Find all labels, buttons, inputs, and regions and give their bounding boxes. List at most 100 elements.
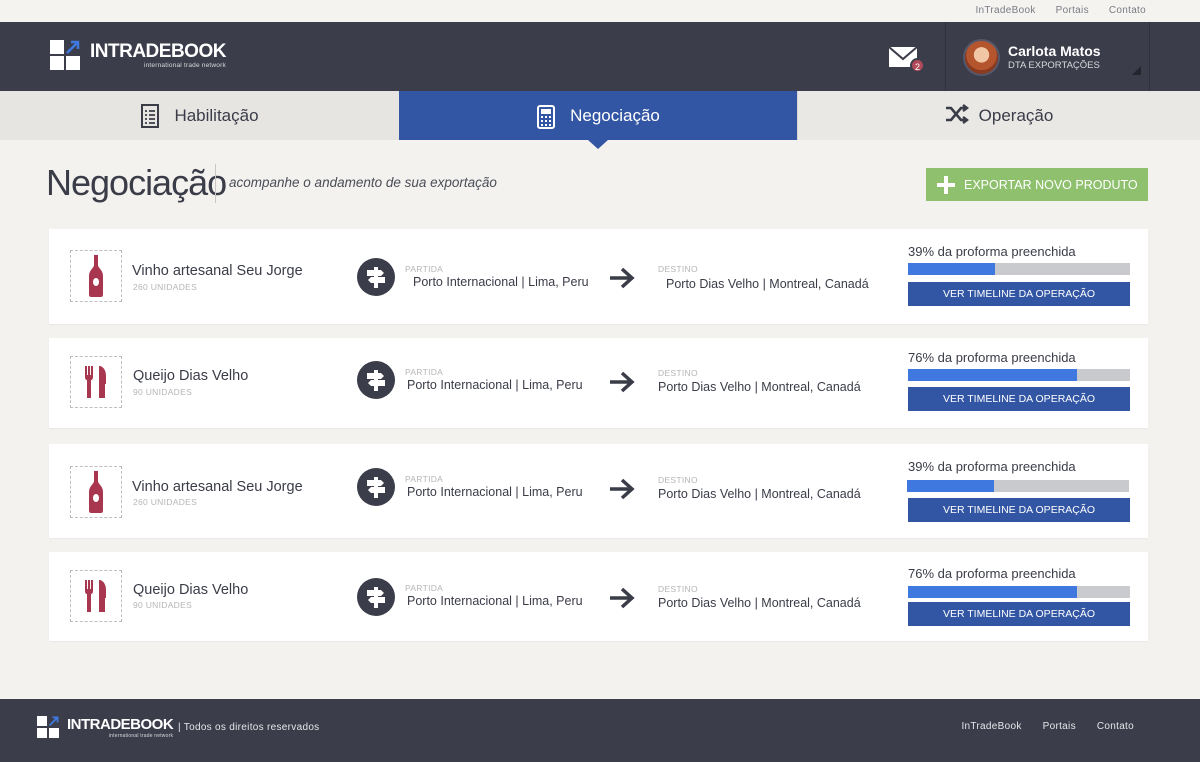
- dropdown-corner-icon: [1132, 66, 1141, 75]
- title-divider: [215, 164, 216, 203]
- destination-label: DESTINO: [658, 584, 698, 594]
- footer-logo-title: INTRADEBOOK: [67, 715, 174, 733]
- origin-label: PARTIDA: [405, 367, 444, 377]
- product-units: 260 UNIDADES: [133, 282, 198, 292]
- util-link-portais[interactable]: Portais: [1056, 5, 1089, 16]
- logo-subtitle: international trade network: [143, 62, 226, 69]
- shipment-card: Vinho artesanal Seu Jorge 260 UNIDADES P…: [49, 229, 1148, 324]
- wine-bottle-icon: [89, 471, 103, 513]
- footer-link-intradebook[interactable]: InTradeBook: [961, 721, 1021, 732]
- tab-label: Operação: [978, 105, 1054, 125]
- origin-label: PARTIDA: [405, 474, 444, 484]
- shipment-card: Queijo Dias Velho 90 UNIDADES PARTIDA Po…: [49, 338, 1148, 428]
- view-timeline-button[interactable]: VER TIMELINE DA OPERAÇÃO: [908, 498, 1130, 522]
- product-units: 90 UNIDADES: [133, 387, 193, 397]
- util-link-contato[interactable]: Contato: [1109, 5, 1146, 16]
- header: INTRADEBOOK international trade network …: [0, 22, 1200, 91]
- messages-button[interactable]: 2: [888, 46, 925, 74]
- progress-fill: [907, 480, 994, 492]
- destination-label: DESTINO: [658, 475, 698, 485]
- product-icon-box: [70, 356, 122, 408]
- progress-fill: [908, 263, 995, 275]
- origin-value: Porto Internacional | Lima, Peru: [413, 275, 589, 289]
- product-name: Vinho artesanal Seu Jorge: [132, 479, 303, 495]
- user-name: Carlota Matos: [1008, 43, 1101, 59]
- product-units: 90 UNIDADES: [133, 600, 193, 610]
- fork-knife-icon: [85, 366, 106, 398]
- product-icon-box: [70, 466, 122, 518]
- export-new-product-button[interactable]: EXPORTAR NOVO PRODUTO: [926, 168, 1148, 201]
- utility-links: InTradeBook Portais Contato: [975, 5, 1146, 16]
- arrow-right-icon: [610, 267, 635, 289]
- avatar: [963, 39, 1000, 76]
- destination-value: Porto Dias Velho | Montreal, Canadá: [658, 487, 861, 501]
- product-name: Vinho artesanal Seu Jorge: [132, 263, 303, 279]
- arrow-right-icon: [610, 587, 635, 609]
- product-icon-box: [70, 570, 122, 622]
- shuffle-icon: [945, 103, 969, 128]
- progress-bar: [907, 480, 1129, 492]
- user-menu[interactable]: Carlota Matos DTA EXPORTAÇÕES: [945, 22, 1150, 91]
- tab-negociacao[interactable]: Negociação: [399, 91, 797, 140]
- tab-habilitacao[interactable]: Habilitação: [0, 91, 399, 140]
- arrow-right-icon: [610, 371, 635, 393]
- checklist-icon: [140, 103, 164, 128]
- signpost-icon: [357, 361, 395, 399]
- util-link-intradebook[interactable]: InTradeBook: [975, 5, 1035, 16]
- footer-links: InTradeBook Portais Contato: [961, 721, 1134, 732]
- fork-knife-icon: [85, 580, 106, 612]
- user-role: DTA EXPORTAÇÕES: [1008, 60, 1100, 71]
- progress-text: 39% da proforma preenchida: [908, 459, 1076, 474]
- destination-value: Porto Dias Velho | Montreal, Canadá: [658, 596, 861, 610]
- progress-fill: [908, 369, 1077, 381]
- logo-mark-icon: [50, 40, 81, 71]
- utility-bar: InTradeBook Portais Contato: [0, 0, 1200, 22]
- shipment-card: Queijo Dias Velho 90 UNIDADES PARTIDA Po…: [49, 552, 1148, 641]
- main-tabs: Habilitação Negociação Operação: [0, 91, 1200, 140]
- export-button-label: EXPORTAR NOVO PRODUTO: [964, 177, 1138, 192]
- origin-value: Porto Internacional | Lima, Peru: [407, 378, 583, 392]
- wine-bottle-icon: [89, 255, 103, 297]
- tab-label: Negociação: [570, 105, 660, 125]
- view-timeline-button[interactable]: VER TIMELINE DA OPERAÇÃO: [908, 387, 1130, 411]
- messages-badge: 2: [910, 58, 925, 73]
- progress-text: 39% da proforma preenchida: [908, 244, 1076, 259]
- footer-link-contato[interactable]: Contato: [1097, 721, 1134, 732]
- view-timeline-button[interactable]: VER TIMELINE DA OPERAÇÃO: [908, 602, 1130, 626]
- signpost-icon: [357, 468, 395, 506]
- progress-bar: [908, 263, 1130, 275]
- product-icon-box: [70, 250, 122, 302]
- footer-logo[interactable]: INTRADEBOOK international trade network: [37, 715, 174, 739]
- footer-link-portais[interactable]: Portais: [1043, 721, 1076, 732]
- page-subtitle: acompanhe o andamento de sua exportação: [229, 175, 497, 190]
- page-title: Negociação: [46, 162, 227, 203]
- origin-label: PARTIDA: [405, 583, 444, 593]
- shipment-card: Vinho artesanal Seu Jorge 260 UNIDADES P…: [49, 444, 1148, 538]
- destination-label: DESTINO: [658, 368, 698, 378]
- footer: INTRADEBOOK international trade network …: [0, 699, 1200, 762]
- view-timeline-button[interactable]: VER TIMELINE DA OPERAÇÃO: [908, 282, 1130, 306]
- arrow-right-icon: [610, 478, 635, 500]
- tab-operacao[interactable]: Operação: [797, 91, 1200, 140]
- origin-value: Porto Internacional | Lima, Peru: [407, 594, 583, 608]
- product-units: 260 UNIDADES: [133, 497, 198, 507]
- progress-bar: [908, 369, 1130, 381]
- origin-label: PARTIDA: [405, 264, 444, 274]
- destination-label: DESTINO: [658, 264, 698, 274]
- progress-fill: [908, 586, 1077, 598]
- signpost-icon: [357, 258, 395, 296]
- destination-value: Porto Dias Velho | Montreal, Canadá: [658, 380, 861, 394]
- signpost-icon: [357, 578, 395, 616]
- calculator-icon: [536, 104, 560, 129]
- tab-label: Habilitação: [174, 105, 259, 125]
- logo-title: INTRADEBOOK: [90, 41, 226, 62]
- origin-value: Porto Internacional | Lima, Peru: [407, 485, 583, 499]
- logo-mark-icon: [37, 716, 60, 739]
- active-tab-pointer: [588, 140, 608, 149]
- progress-bar: [908, 586, 1130, 598]
- logo[interactable]: INTRADEBOOK international trade network: [50, 40, 226, 71]
- product-name: Queijo Dias Velho: [133, 368, 249, 384]
- copyright-text: | Todos os direitos reservados: [178, 722, 320, 733]
- destination-value: Porto Dias Velho | Montreal, Canadá: [666, 277, 869, 291]
- footer-logo-subtitle: international trade network: [108, 732, 174, 739]
